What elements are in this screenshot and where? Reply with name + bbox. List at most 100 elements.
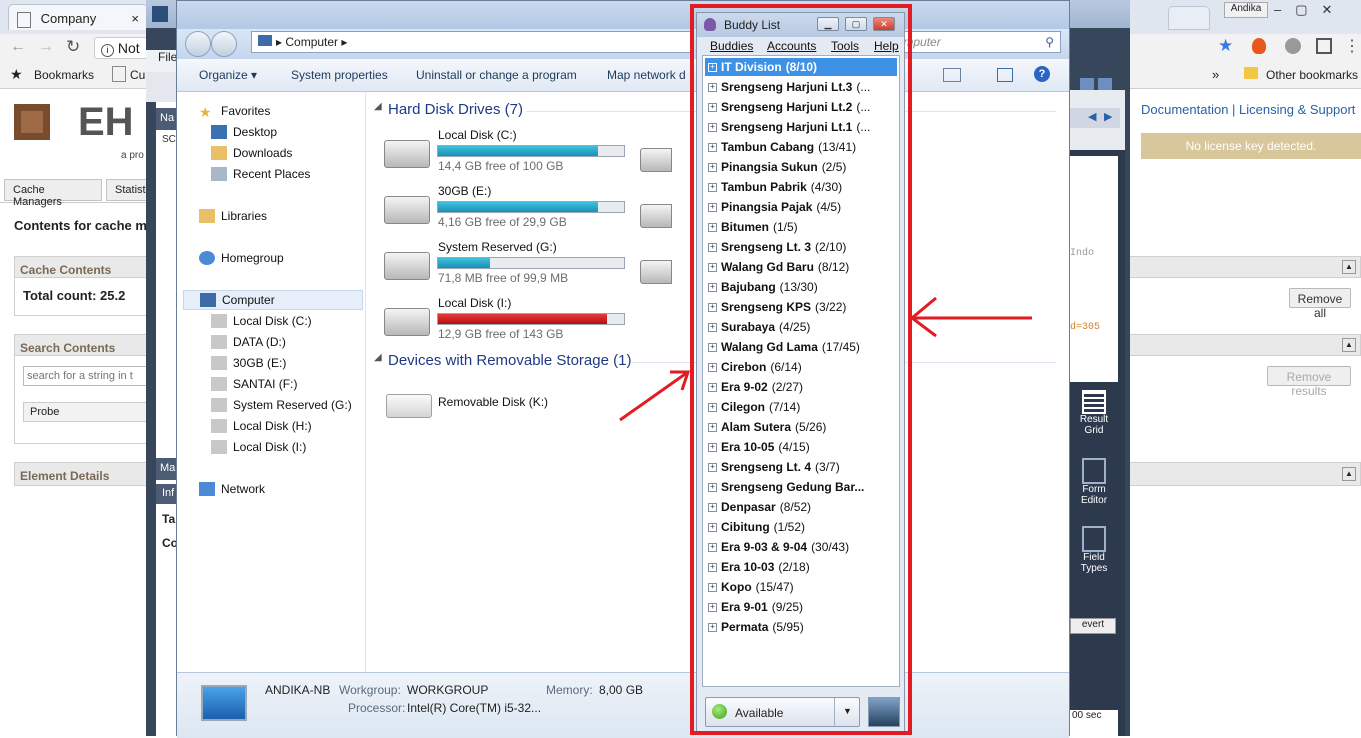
arrow-right-icon[interactable]: ▶ (1104, 110, 1112, 123)
drive-name[interactable]: Local Disk (I:) (438, 296, 511, 310)
forward-button[interactable] (211, 31, 237, 57)
computer-icon (258, 35, 272, 46)
other-bookmarks[interactable]: Other bookmarks (1266, 68, 1358, 82)
nav-drive-g[interactable]: System Reserved (G:) (211, 395, 352, 415)
map-network-drive-button[interactable]: Map network d (607, 68, 686, 82)
documentation-links[interactable]: Documentation | Licensing & Support (1141, 102, 1355, 117)
file-menu[interactable]: File (146, 50, 177, 64)
computer-icon (200, 293, 216, 307)
tab-cache-managers[interactable]: Cache Managers (4, 179, 102, 208)
new-tab-button[interactable] (1168, 6, 1210, 30)
layout-icon[interactable] (1098, 78, 1112, 90)
window-controls[interactable]: –▢✕ (1274, 2, 1346, 18)
preview-pane-icon[interactable] (997, 68, 1013, 82)
element-details-header[interactable]: Element Details (14, 462, 154, 486)
star-icon[interactable]: ★ (1218, 36, 1233, 56)
libraries-icon (199, 209, 215, 223)
network-icon (199, 482, 215, 496)
view-options-icon[interactable] (943, 68, 961, 82)
field-types-tool[interactable]: Field Types (1074, 526, 1114, 582)
address-breadcrumb[interactable]: ▸ Computer ▸ (251, 31, 691, 53)
nav-drive-e[interactable]: 30GB (E:) (211, 353, 286, 373)
ide-nav-arrows: ◀ ▶ (1070, 108, 1120, 128)
desktop-icon (211, 125, 227, 139)
remove-all-button[interactable]: Remove all (1289, 288, 1351, 320)
system-properties-button[interactable]: System properties (291, 68, 388, 82)
result-grid-tool[interactable]: Result Grid (1074, 390, 1114, 446)
nav-downloads[interactable]: Downloads (211, 143, 292, 163)
bookmark-item[interactable]: Cu (130, 68, 145, 82)
nav-favorites[interactable]: ★ Favorites (199, 101, 270, 121)
cache-contents-header[interactable]: Cache Contents (14, 256, 154, 278)
nav-drive-h[interactable]: Local Disk (H:) (211, 416, 312, 436)
search-contents-header-right: ▲ (1125, 334, 1361, 356)
nav-computer[interactable]: Computer (183, 290, 363, 310)
search-contents-body: Probe (14, 356, 154, 444)
reload-icon[interactable]: ↻ (66, 37, 80, 57)
arrow-pointing-left (909, 296, 1032, 338)
nav-drive-d[interactable]: DATA (D:) (211, 332, 286, 352)
ide-panel-tab[interactable]: Inf (156, 484, 176, 504)
annotation-arrows (619, 296, 1032, 422)
revert-button[interactable]: evert (1070, 618, 1116, 634)
close-icon[interactable]: × (131, 11, 139, 26)
qr-icon[interactable] (1316, 38, 1332, 54)
homegroup-icon (199, 251, 215, 265)
extension-fire-icon[interactable] (1252, 38, 1266, 54)
code-editor[interactable]: Indo d=305 (1070, 156, 1118, 382)
removable-disk-name[interactable]: Removable Disk (K:) (438, 395, 548, 409)
nav-libraries[interactable]: Libraries (199, 206, 267, 226)
drive-usage-fill (438, 146, 598, 156)
logo-text: EH (78, 100, 134, 144)
star-icon: ★ (199, 104, 212, 120)
ide-bottom-panel: Inf Ta Co (156, 480, 178, 736)
nav-drive-i[interactable]: Local Disk (I:) (211, 437, 306, 457)
more-bookmarks-icon[interactable]: » (1212, 67, 1219, 82)
details-pane: ANDIKA-NB Workgroup: WORKGROUP Memory: 8… (177, 672, 1069, 738)
search-contents-header[interactable]: Search Contents (14, 334, 154, 356)
arrow-left-icon[interactable]: ◀ (1088, 110, 1096, 123)
nav-recent-places[interactable]: Recent Places (211, 164, 310, 184)
browser-tab[interactable]: Company × (8, 4, 148, 30)
collapse-icon[interactable]: ▲ (1342, 260, 1356, 274)
drive-name[interactable]: 30GB (E:) (438, 184, 491, 198)
collapse-icon[interactable]: ◢ (374, 101, 382, 112)
drive-name[interactable]: Local Disk (C:) (438, 128, 517, 142)
forward-icon[interactable]: → (38, 38, 54, 56)
nav-drive-f[interactable]: SANTAI (F:) (211, 374, 297, 394)
form-editor-tool[interactable]: Form Editor (1074, 458, 1114, 514)
explorer-command-bar: Organize ▾ System properties Uninstall o… (177, 59, 1069, 92)
nav-desktop[interactable]: Desktop (211, 122, 277, 142)
profile-name[interactable]: Andika (1224, 2, 1268, 18)
ide-panel-header: Na (156, 108, 176, 130)
tool-label: Field Types (1080, 552, 1108, 574)
drive-icon (211, 377, 227, 391)
search-input[interactable] (23, 366, 147, 386)
help-icon[interactable]: ? (1034, 66, 1050, 82)
bookmarks-label[interactable]: Bookmarks (34, 68, 94, 82)
layout-icon[interactable] (1080, 78, 1094, 90)
hard-disk-section-title[interactable]: Hard Disk Drives (7) (388, 101, 523, 118)
address-bar[interactable]: i Not (94, 37, 154, 59)
drive-icon (384, 140, 430, 168)
removable-section-title[interactable]: Devices with Removable Storage (1) (388, 352, 631, 369)
drive-icon (211, 398, 227, 412)
drive-name[interactable]: System Reserved (G:) (438, 240, 557, 254)
uninstall-program-button[interactable]: Uninstall or change a program (416, 68, 577, 82)
breadcrumb-item[interactable]: Computer (285, 35, 338, 49)
back-icon[interactable]: ← (10, 38, 26, 56)
organize-menu[interactable]: Organize ▾ (199, 68, 257, 82)
collapse-icon[interactable]: ◢ (374, 352, 382, 363)
nav-network[interactable]: Network (199, 479, 265, 499)
skype-icon[interactable] (1285, 38, 1301, 54)
back-button[interactable] (185, 31, 211, 57)
collapse-icon[interactable]: ▲ (1342, 338, 1356, 352)
nav-homegroup[interactable]: Homegroup (199, 248, 284, 268)
probe-column-header[interactable]: Probe (23, 402, 147, 422)
remove-results-button[interactable]: Remove results (1267, 366, 1351, 398)
collapse-icon[interactable]: ▲ (1342, 467, 1356, 481)
recent-places-icon (211, 167, 227, 181)
nav-drive-c[interactable]: Local Disk (C:) (211, 311, 312, 331)
menu-icon[interactable]: ⋮ (1344, 36, 1360, 56)
grid-icon (1082, 390, 1106, 414)
